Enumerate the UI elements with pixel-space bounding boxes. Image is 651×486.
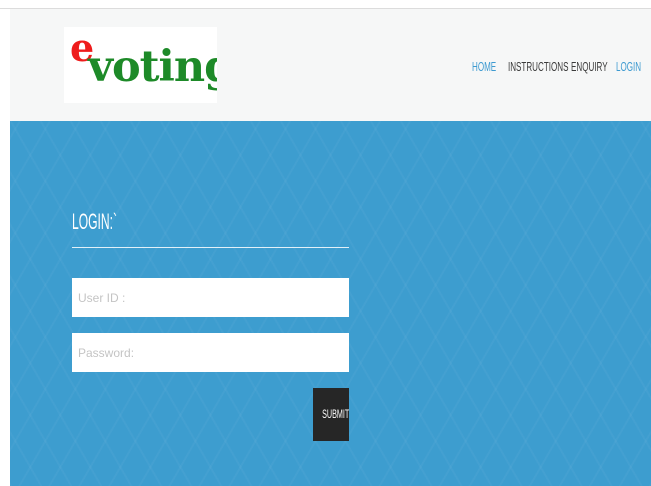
- nav-enquiry-link[interactable]: ENQUIRY: [571, 59, 608, 75]
- submit-button-label: SUBMIT: [322, 407, 349, 421]
- password-input[interactable]: [72, 333, 349, 372]
- main-nav: HOME INSTRUCTIONS ENQUIRY LOGIN: [10, 59, 651, 79]
- nav-login-link[interactable]: LOGIN: [616, 59, 641, 75]
- page: e voting HOME INSTRUCTIONS ENQUIRY LOGIN…: [0, 0, 651, 486]
- login-heading: LOGIN:`: [72, 209, 118, 234]
- submit-button[interactable]: SUBMIT: [313, 388, 349, 441]
- login-section: LOGIN:` SUBMIT: [10, 121, 651, 486]
- nav-instructions-link[interactable]: INSTRUCTIONS: [508, 59, 568, 75]
- nav-home-link[interactable]: HOME: [472, 59, 496, 75]
- login-heading-divider: [72, 247, 349, 248]
- user-id-input[interactable]: [72, 278, 349, 317]
- site-header: e voting HOME INSTRUCTIONS ENQUIRY LOGIN: [10, 9, 651, 121]
